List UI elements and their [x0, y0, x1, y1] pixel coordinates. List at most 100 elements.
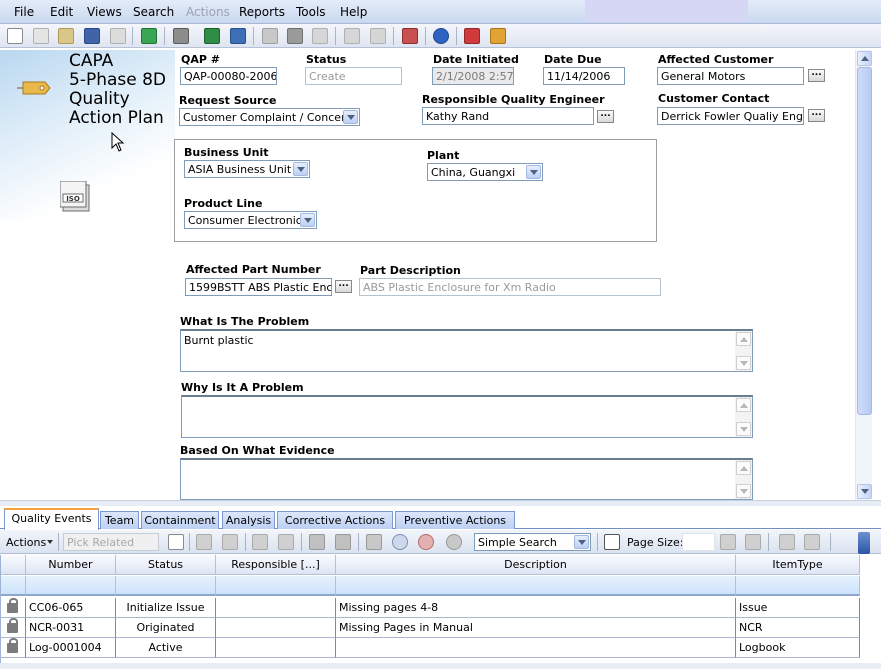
what-problem-textarea[interactable]: Burnt plastic [180, 329, 753, 372]
customer-contact-field[interactable]: Derrick Fowler Qualiy Enginee [657, 107, 804, 125]
find-icon[interactable] [392, 534, 408, 550]
print-icon[interactable] [173, 28, 189, 44]
request-source-select[interactable]: Customer Complaint / Concern [179, 108, 360, 126]
table-row-number[interactable]: CC06-065 [26, 598, 116, 618]
grid-filter-description[interactable] [336, 576, 736, 596]
evidence-textarea[interactable] [180, 458, 753, 500]
customer-contact-lookup-button[interactable]: ... [808, 109, 825, 122]
grid-filter-item-type[interactable] [736, 576, 860, 596]
table-row-number[interactable]: Log-0001004 [26, 638, 116, 658]
menu-file[interactable]: File [14, 5, 34, 19]
table-row-description[interactable]: Missing Pages in Manual [336, 618, 736, 638]
workflow-icon[interactable] [402, 28, 418, 44]
refresh-icon[interactable] [141, 28, 157, 44]
qap-number-field[interactable]: QAP-00080-2006 [180, 67, 277, 85]
why-problem-label: Why Is It A Problem [181, 381, 304, 394]
menu-help[interactable]: Help [340, 5, 367, 19]
table-row-status[interactable]: Initialize Issue [116, 598, 216, 618]
checkbox-icon[interactable] [604, 534, 620, 550]
clear-find-icon[interactable] [418, 534, 434, 550]
scroll-up-icon[interactable] [736, 398, 751, 412]
chevron-down-icon[interactable] [526, 165, 541, 179]
save-icon[interactable] [84, 28, 100, 44]
grid-header-responsible[interactable]: Responsible [...] [216, 555, 336, 575]
help-icon[interactable] [433, 28, 449, 44]
tab-quality-events[interactable]: Quality Events [4, 508, 99, 530]
chevron-down-icon[interactable] [47, 540, 53, 544]
table-row-description[interactable] [336, 638, 736, 658]
scroll-up-icon[interactable] [736, 461, 751, 475]
menu-edit[interactable]: Edit [50, 5, 73, 19]
status-field[interactable]: Create [305, 67, 402, 85]
product-line-select[interactable]: Consumer Electronics [184, 211, 317, 229]
table-row-description[interactable]: Missing pages 4-8 [336, 598, 736, 618]
tab-containment[interactable]: Containment [141, 511, 219, 529]
scroll-down-icon[interactable] [736, 356, 751, 370]
affected-customer-field[interactable]: General Motors [657, 67, 804, 85]
form-title-line-1: CAPA [69, 51, 114, 71]
responsible-engineer-field[interactable]: Kathy Rand [422, 107, 594, 125]
new-record-icon[interactable] [168, 534, 184, 550]
grid-filter-number[interactable] [26, 576, 116, 596]
evidence-scrollbar[interactable] [735, 460, 752, 499]
menu-tools[interactable]: Tools [296, 5, 326, 19]
grid-header-description[interactable]: Description [336, 555, 736, 575]
scroll-down-icon[interactable] [736, 422, 751, 436]
affected-customer-lookup-button[interactable]: ... [808, 69, 825, 82]
grid-header-status[interactable]: Status [116, 555, 216, 575]
tab-team[interactable]: Team [100, 511, 139, 529]
business-unit-select[interactable]: ASIA Business Unit [184, 160, 310, 178]
excel-export-icon[interactable] [204, 28, 220, 44]
part-number-lookup-button[interactable]: ... [335, 280, 352, 293]
menu-reports[interactable]: Reports [239, 5, 285, 19]
affected-part-number-field[interactable]: 1599BSTT ABS Plastic Enclosu [185, 278, 332, 296]
grid-header-item-type[interactable]: ItemType [736, 555, 860, 575]
menu-views[interactable]: Views [87, 5, 122, 19]
table-row-item-type[interactable]: NCR [736, 618, 860, 638]
undo-icon [312, 28, 328, 44]
form-vertical-scrollbar[interactable] [855, 50, 872, 500]
tab-corrective-actions[interactable]: Corrective Actions [277, 511, 393, 529]
word-export-icon[interactable] [230, 28, 246, 44]
page-size-input[interactable] [682, 533, 715, 551]
table-row-responsible[interactable] [216, 618, 336, 638]
why-problem-textarea[interactable] [181, 395, 753, 438]
why-problem-scrollbar[interactable] [735, 397, 752, 437]
chevron-down-icon[interactable] [574, 535, 589, 549]
grid-filter-responsible[interactable] [216, 576, 336, 596]
new-icon[interactable] [7, 28, 23, 44]
chevron-down-icon[interactable] [300, 213, 315, 227]
grid-filter-status[interactable] [116, 576, 216, 596]
tab-analysis[interactable]: Analysis [222, 511, 275, 529]
table-row-item-type[interactable]: Logbook [736, 638, 860, 658]
table-row-number[interactable]: NCR-0031 [26, 618, 116, 638]
open-folder-icon[interactable] [58, 28, 74, 44]
table-row-item-type[interactable]: Issue [736, 598, 860, 618]
part-description-label: Part Description [360, 264, 461, 277]
scroll-up-icon[interactable] [857, 51, 872, 66]
chevron-down-icon[interactable] [293, 162, 308, 176]
scroll-down-icon[interactable] [736, 484, 751, 498]
table-row-responsible[interactable] [216, 598, 336, 618]
table-row-status[interactable]: Originated [116, 618, 216, 638]
send-icon[interactable] [464, 28, 480, 44]
search-mode-select[interactable]: Simple Search [474, 533, 591, 551]
table-row-status[interactable]: Active [116, 638, 216, 658]
tab-preventive-actions[interactable]: Preventive Actions [395, 511, 515, 529]
responsible-engineer-lookup-button[interactable]: ... [597, 110, 614, 123]
actions-dropdown[interactable]: Actions [6, 536, 46, 549]
toolbar-overflow-chevron-icon[interactable] [858, 532, 870, 554]
business-unit-value: ASIA Business Unit [188, 163, 292, 176]
date-due-field[interactable]: 11/14/2006 [543, 67, 625, 85]
what-problem-scrollbar[interactable] [735, 331, 752, 371]
scroll-up-icon[interactable] [736, 332, 751, 346]
plant-select[interactable]: China, Guangxi [427, 163, 543, 181]
scroll-down-icon[interactable] [857, 484, 872, 499]
grid-header-number[interactable]: Number [26, 555, 116, 575]
chevron-down-icon[interactable] [343, 110, 358, 124]
table-row-responsible[interactable] [216, 638, 336, 658]
exit-icon[interactable] [490, 28, 506, 44]
menu-search[interactable]: Search [133, 5, 174, 19]
unlock-icon[interactable] [287, 28, 303, 44]
scrollbar-thumb[interactable] [857, 67, 872, 415]
